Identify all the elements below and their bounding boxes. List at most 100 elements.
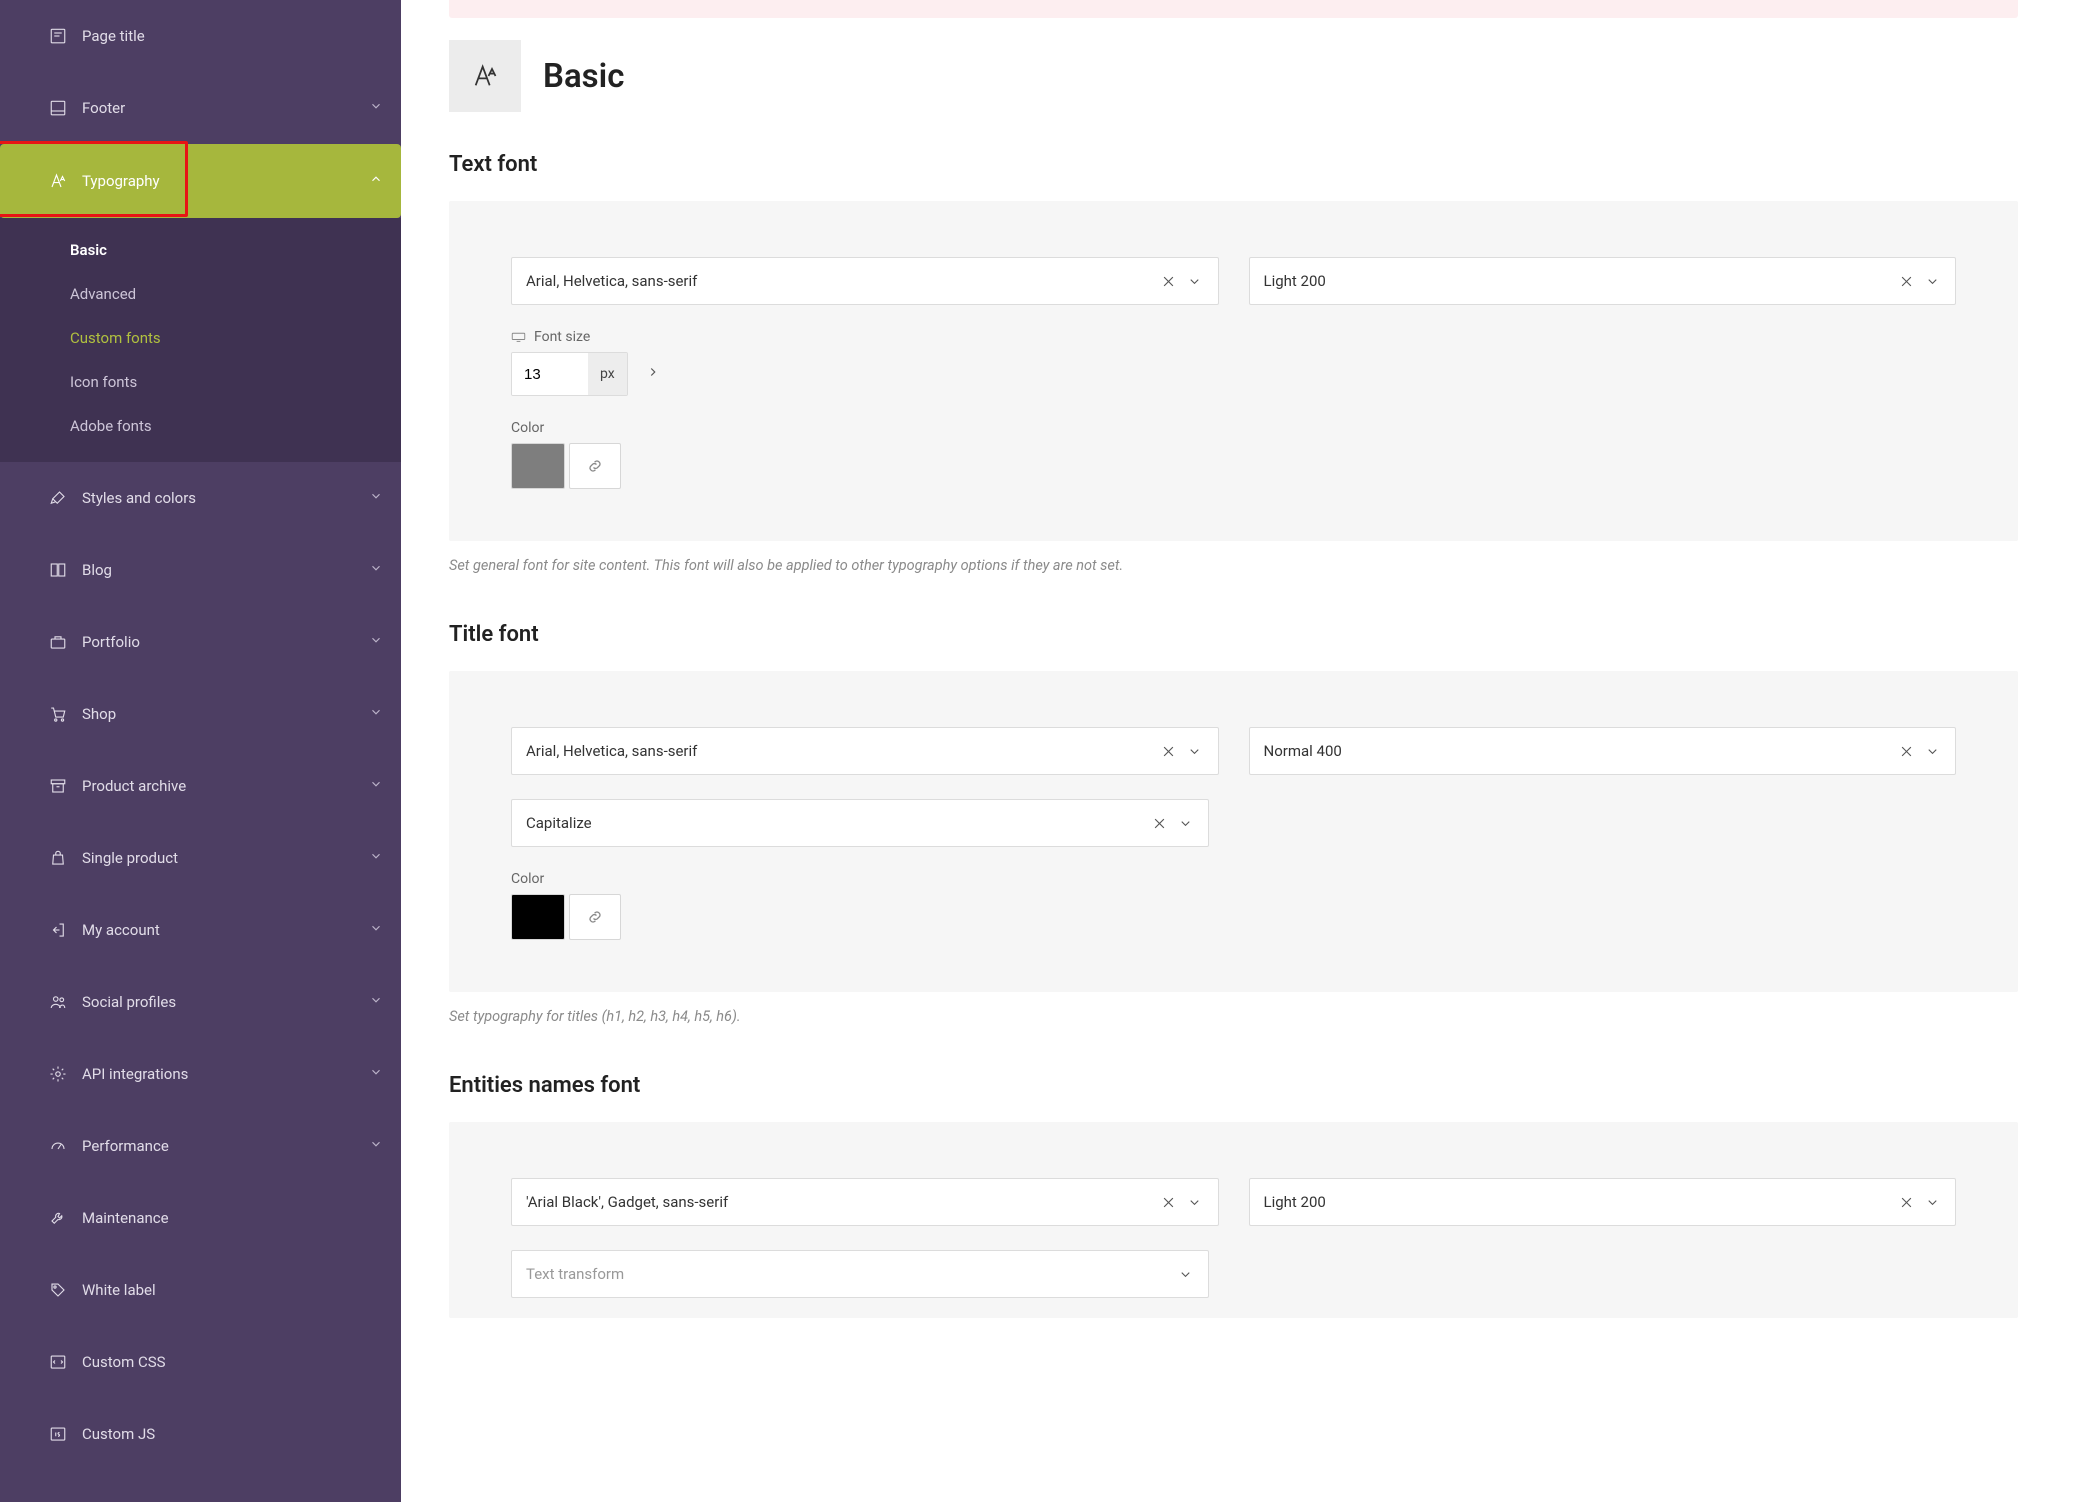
brush-icon [48, 488, 68, 508]
chevron-down-icon [369, 777, 383, 795]
nav-performance[interactable]: Performance [48, 1110, 401, 1182]
section-title: Text font [449, 152, 2018, 177]
select-value: Capitalize [526, 814, 1142, 832]
color-label: Color [511, 871, 1956, 887]
font-family-select[interactable]: Arial, Helvetica, sans-serif [511, 727, 1219, 775]
nav-label: Page title [82, 27, 383, 45]
bag-icon [48, 848, 68, 868]
chevron-down-icon [369, 993, 383, 1011]
chevron-right-icon[interactable] [646, 365, 660, 383]
chevron-down-icon [369, 1137, 383, 1155]
chevron-down-icon [1923, 274, 1941, 289]
chevron-down-icon [1186, 744, 1204, 759]
chevron-down-icon [369, 921, 383, 939]
select-value: Light 200 [1264, 1193, 1890, 1211]
section-title-font: Title font Arial, Helvetica, sans-serif … [449, 622, 2018, 1025]
color-swatch[interactable] [511, 443, 565, 489]
section-hint: Set general font for site content. This … [449, 557, 2018, 574]
clear-icon[interactable] [1160, 744, 1178, 759]
columns-icon [48, 560, 68, 580]
nav-label: Social profiles [82, 993, 355, 1011]
font-weight-select[interactable]: Light 200 [1249, 1178, 1957, 1226]
nav-product-archive[interactable]: Product archive [48, 750, 401, 822]
panel: 'Arial Black', Gadget, sans-serif Light … [449, 1122, 2018, 1318]
typography-subnav: Basic Advanced Custom fonts Icon fonts A… [0, 218, 401, 462]
nav-typography[interactable]: Typography [0, 144, 401, 218]
logout-icon [48, 920, 68, 940]
users-icon [48, 992, 68, 1012]
nav-label: Portfolio [82, 633, 355, 651]
nav-api-integrations[interactable]: API integrations [48, 1038, 401, 1110]
chevron-down-icon [1176, 816, 1194, 831]
chevron-down-icon [1186, 274, 1204, 289]
select-value: 'Arial Black', Gadget, sans-serif [526, 1193, 1152, 1211]
text-transform-select[interactable]: Text transform [511, 1250, 1209, 1298]
nav-maintenance[interactable]: Maintenance [48, 1182, 401, 1254]
subnav-custom-fonts[interactable]: Custom fonts [0, 316, 401, 360]
nav-label: My account [82, 921, 355, 939]
font-family-select[interactable]: 'Arial Black', Gadget, sans-serif [511, 1178, 1219, 1226]
chevron-down-icon [1923, 1195, 1941, 1210]
gauge-icon [48, 1136, 68, 1156]
clear-icon[interactable] [1150, 816, 1168, 831]
nav-label: Blog [82, 561, 355, 579]
nav-label: Custom CSS [82, 1353, 383, 1371]
subnav-adobe-fonts[interactable]: Adobe fonts [0, 404, 401, 448]
section-title: Title font [449, 622, 2018, 647]
chevron-down-icon [369, 705, 383, 723]
nav-label: Single product [82, 849, 355, 867]
nav-portfolio[interactable]: Portfolio [48, 606, 401, 678]
chevron-down-icon [369, 99, 383, 117]
nav-my-account[interactable]: My account [48, 894, 401, 966]
nav-single-product[interactable]: Single product [48, 822, 401, 894]
nav-custom-css[interactable]: Custom CSS [48, 1326, 401, 1398]
nav-page-title[interactable]: Page title [48, 0, 401, 72]
text-transform-select[interactable]: Capitalize [511, 799, 1209, 847]
nav-custom-js[interactable]: Custom JS [48, 1398, 401, 1470]
wrench-icon [48, 1208, 68, 1228]
nav-footer[interactable]: Footer [48, 72, 401, 144]
nav-blog[interactable]: Blog [48, 534, 401, 606]
desktop-icon [511, 331, 526, 343]
clear-icon[interactable] [1897, 274, 1915, 289]
clear-icon[interactable] [1897, 744, 1915, 759]
main-content: Basic Text font Arial, Helvetica, sans-s… [401, 0, 2088, 1502]
nav-label: Custom JS [82, 1425, 383, 1443]
font-size-input-group: px [511, 352, 628, 396]
nav-label: Styles and colors [82, 489, 355, 507]
font-family-select[interactable]: Arial, Helvetica, sans-serif [511, 257, 1219, 305]
link-icon[interactable] [569, 443, 621, 489]
font-size-input[interactable] [512, 353, 588, 395]
link-icon[interactable] [569, 894, 621, 940]
nav-label: Shop [82, 705, 355, 723]
clear-icon[interactable] [1897, 1195, 1915, 1210]
clear-icon[interactable] [1160, 274, 1178, 289]
nav-label: Maintenance [82, 1209, 383, 1227]
nav-white-label[interactable]: White label [48, 1254, 401, 1326]
nav-shop[interactable]: Shop [48, 678, 401, 750]
font-weight-select[interactable]: Light 200 [1249, 257, 1957, 305]
tag-icon [48, 1280, 68, 1300]
gear-icon [48, 1064, 68, 1084]
chevron-down-icon [369, 1065, 383, 1083]
font-weight-select[interactable]: Normal 400 [1249, 727, 1957, 775]
section-entities-font: Entities names font 'Arial Black', Gadge… [449, 1073, 2018, 1318]
typography-icon [48, 171, 68, 191]
color-label: Color [511, 420, 1956, 436]
nav-styles-colors[interactable]: Styles and colors [48, 462, 401, 534]
select-value: Arial, Helvetica, sans-serif [526, 272, 1152, 290]
layout-bottom-icon [48, 98, 68, 118]
color-swatch[interactable] [511, 894, 565, 940]
subnav-advanced[interactable]: Advanced [0, 272, 401, 316]
clear-icon[interactable] [1160, 1195, 1178, 1210]
nav-social-profiles[interactable]: Social profiles [48, 966, 401, 1038]
nav-label: Performance [82, 1137, 355, 1155]
select-value: Light 200 [1264, 272, 1890, 290]
chevron-up-icon [369, 172, 383, 190]
square-text-icon [48, 26, 68, 46]
nav-label: API integrations [82, 1065, 355, 1083]
subnav-basic[interactable]: Basic [0, 228, 401, 272]
subnav-icon-fonts[interactable]: Icon fonts [0, 360, 401, 404]
chevron-down-icon [369, 633, 383, 651]
css-icon [48, 1352, 68, 1372]
